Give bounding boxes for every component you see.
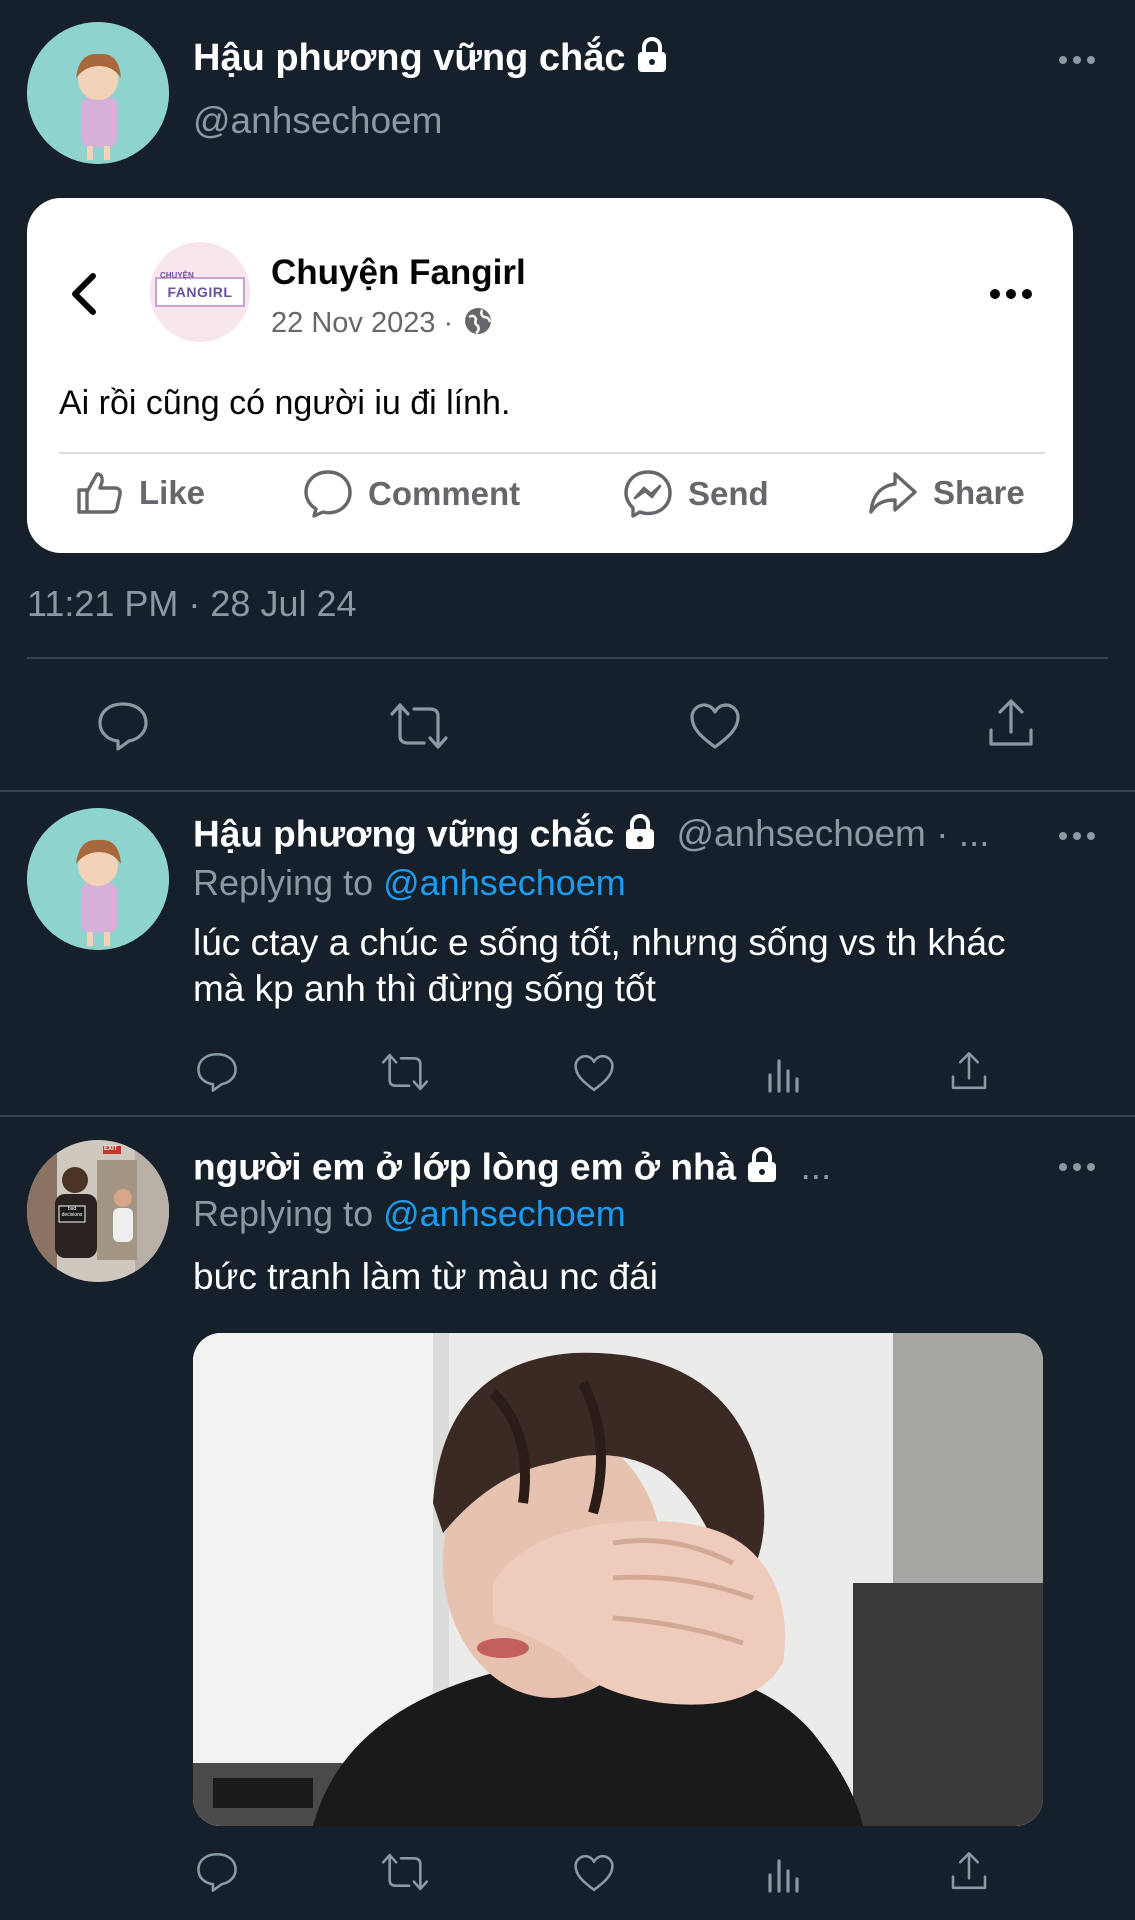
reply-avatar[interactable]: bad decisions EXIT — [27, 1140, 169, 1282]
replying-to-label: Replying to — [193, 1193, 384, 1234]
more-icon[interactable] — [1058, 826, 1096, 851]
avatar-exit-sign: EXIT — [104, 1146, 118, 1152]
comment-icon — [304, 470, 352, 518]
heart-icon[interactable] — [687, 698, 743, 754]
avatar-sign-text: bad decisions — [61, 1206, 83, 1218]
fb-share-button[interactable]: Share — [867, 468, 1025, 518]
share-arrow-icon — [869, 472, 917, 514]
logo-top-text: CHUYỆN — [160, 271, 194, 280]
reply-author-handle[interactable]: @anhsechoem · ... — [676, 813, 989, 854]
retweet-icon[interactable] — [388, 698, 450, 754]
thumbs-up-icon — [77, 472, 122, 514]
globe-icon — [463, 306, 493, 341]
reply-author-handle[interactable]: ... — [800, 1146, 831, 1187]
share-icon[interactable] — [945, 1847, 993, 1895]
fb-share-label: Share — [933, 474, 1025, 511]
reply-author-name[interactable]: người em ở lớp lòng em ở nhà — [193, 1146, 736, 1187]
back-arrow-icon[interactable] — [69, 272, 99, 321]
author-handle[interactable]: @anhsechoem — [193, 100, 442, 142]
reply-text-line2: mà kp anh thì đừng sống tốt — [193, 968, 656, 1009]
fb-send-label: Send — [688, 475, 769, 512]
post-text: Ai rồi cũng có người iu đi lính. — [59, 384, 511, 422]
more-icon[interactable] — [989, 286, 1033, 307]
divider — [0, 1115, 1135, 1117]
tweet-timestamp[interactable]: 11:21 PM · 28 Jul 24 — [27, 583, 357, 625]
divider — [0, 790, 1135, 792]
lock-icon — [622, 813, 658, 860]
replying-to-label: Replying to — [193, 862, 384, 903]
reply-text-line1: bức tranh làm từ màu nc đái — [193, 1256, 658, 1297]
fb-comment-button[interactable]: Comment — [302, 468, 520, 520]
retweet-icon[interactable] — [378, 1048, 432, 1096]
author-avatar[interactable] — [27, 22, 169, 164]
reply-text-line1: lúc ctay a chúc e sống tốt, nhưng sống v… — [193, 922, 1006, 963]
card-divider — [59, 452, 1045, 454]
share-icon[interactable] — [945, 1047, 993, 1095]
author-name[interactable]: Hậu phương vững chắc — [193, 37, 626, 79]
messenger-icon — [624, 470, 672, 518]
analytics-icon[interactable] — [760, 1049, 808, 1097]
fb-send-button[interactable]: Send — [622, 468, 769, 520]
reply-icon[interactable] — [193, 1848, 241, 1896]
heart-icon[interactable] — [570, 1849, 618, 1897]
embedded-post-card[interactable]: CHUYỆN FANGIRL Chuyện Fangirl 22 Nov 202… — [27, 198, 1073, 553]
divider — [27, 657, 1108, 659]
page-name[interactable]: Chuyện Fangirl — [271, 253, 526, 293]
replying-to-link[interactable]: @anhsechoem — [383, 862, 626, 903]
heart-icon[interactable] — [570, 1049, 618, 1097]
reply-avatar[interactable] — [27, 808, 169, 950]
analytics-icon[interactable] — [760, 1849, 808, 1897]
reply-icon[interactable] — [95, 698, 151, 754]
fb-like-button[interactable]: Like — [75, 468, 205, 518]
reply-author-name[interactable]: Hậu phương vững chắc — [193, 813, 614, 854]
more-icon[interactable] — [1058, 1157, 1096, 1182]
lock-icon — [634, 36, 670, 84]
retweet-icon[interactable] — [378, 1848, 432, 1896]
more-icon[interactable] — [1058, 50, 1096, 75]
page-logo[interactable]: CHUYỆN FANGIRL — [150, 242, 250, 342]
share-icon[interactable] — [983, 695, 1039, 751]
lock-icon — [744, 1146, 780, 1193]
attached-image[interactable] — [193, 1333, 1043, 1826]
replying-to-link[interactable]: @anhsechoem — [383, 1193, 626, 1234]
fb-like-label: Like — [139, 474, 206, 511]
fb-comment-label: Comment — [368, 475, 521, 512]
post-date: 22 Nov 2023 · — [271, 307, 454, 339]
reply-icon[interactable] — [193, 1048, 241, 1096]
logo-text: FANGIRL — [167, 284, 233, 300]
